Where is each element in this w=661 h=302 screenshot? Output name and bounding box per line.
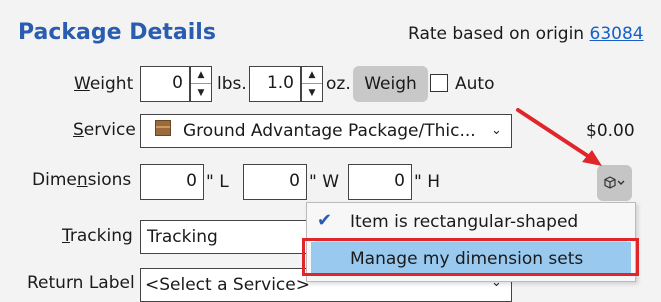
menu-item-label: Item is rectangular-shaped <box>350 212 579 232</box>
page-title: Package Details <box>18 20 216 45</box>
oz-unit-label: oz. <box>326 74 351 94</box>
tracking-selected-value: Tracking <box>147 227 218 247</box>
service-label: Service <box>73 120 136 140</box>
height-input[interactable]: 0 <box>348 164 412 200</box>
return-label-label: Return Label <box>27 273 135 293</box>
length-input[interactable]: 0 <box>140 164 204 200</box>
lbs-unit-label: lbs. <box>217 74 247 94</box>
menu-item-rectangular[interactable]: ✔ Item is rectangular-shaped <box>307 205 635 239</box>
spin-up-icon[interactable]: ▲ <box>302 67 322 84</box>
auto-checkbox[interactable] <box>430 74 448 92</box>
annotation-highlight-box <box>302 238 639 276</box>
length-unit-label: " L <box>206 172 229 192</box>
weight-oz-spinner[interactable]: ▲ ▼ <box>301 66 323 102</box>
origin-zip-link[interactable]: 63084 <box>590 24 644 44</box>
weigh-button[interactable]: Weigh <box>353 66 428 102</box>
chevron-down-icon: ⌄ <box>491 123 502 138</box>
rate-origin-text: Rate based on origin 63084 <box>408 24 644 44</box>
service-selected-value: Ground Advantage Package/Thic... <box>183 121 476 141</box>
weight-lbs-input[interactable]: 0 <box>140 66 190 102</box>
width-input[interactable]: 0 <box>243 164 307 200</box>
auto-label: Auto <box>455 74 495 94</box>
weight-lbs-spinner[interactable]: ▲ ▼ <box>190 66 212 102</box>
service-select[interactable]: Ground Advantage Package/Thic... ⌄ <box>140 114 512 148</box>
height-unit-label: " H <box>414 172 441 192</box>
package-box-icon <box>155 120 171 136</box>
cube-chevron-icon <box>603 176 624 189</box>
tracking-label: Tracking <box>62 226 133 246</box>
annotation-arrow-icon <box>516 108 602 166</box>
return-label-selected-value: <Select a Service> <box>145 275 310 295</box>
weight-label: Weight <box>74 74 134 94</box>
rate-origin-label: Rate based on origin <box>408 24 590 44</box>
weight-oz-input[interactable]: 1.0 <box>249 66 301 102</box>
checkmark-icon: ✔ <box>317 210 333 231</box>
dimensions-label: Dimensions <box>32 170 132 190</box>
spin-down-icon[interactable]: ▼ <box>191 84 211 101</box>
spin-down-icon[interactable]: ▼ <box>302 84 322 101</box>
spin-up-icon[interactable]: ▲ <box>191 67 211 84</box>
width-unit-label: " W <box>309 172 340 192</box>
